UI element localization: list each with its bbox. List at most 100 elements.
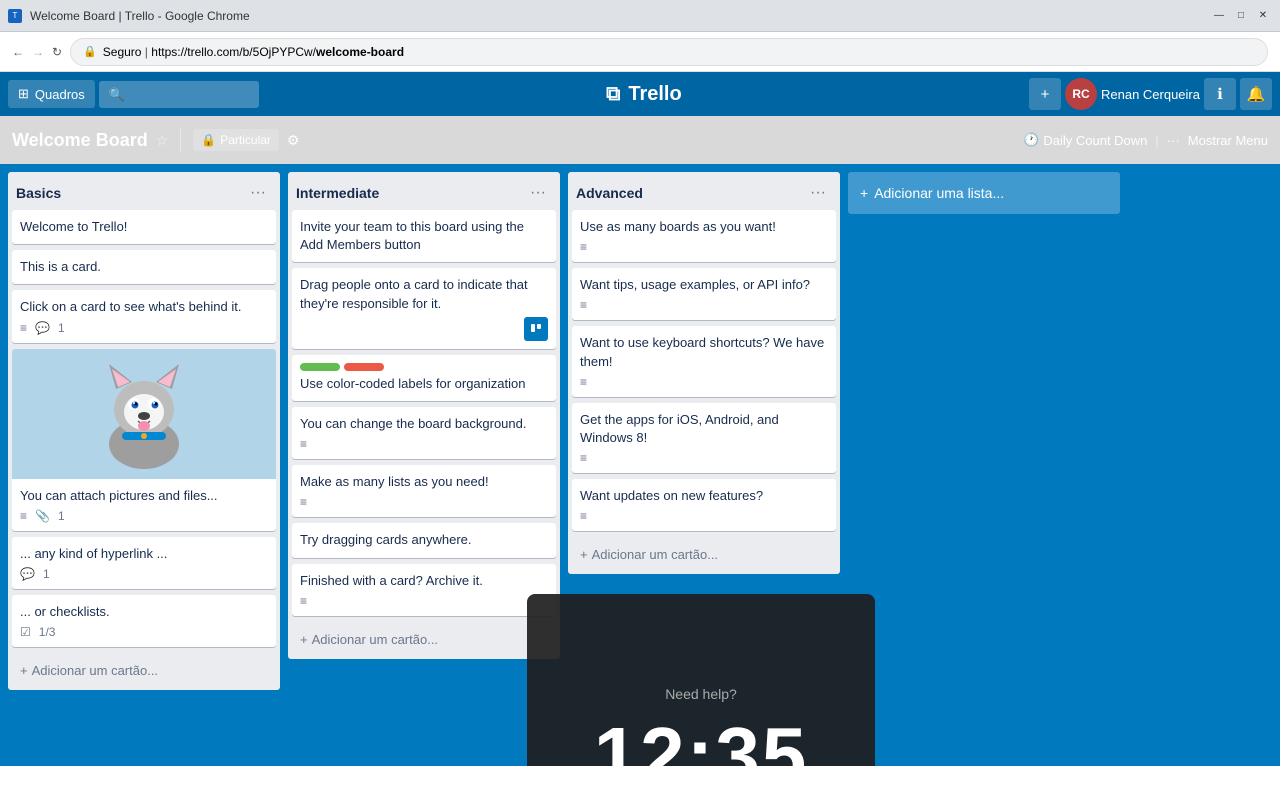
card-basics-3[interactable]: Click on a card to see what's behind it.… (12, 290, 276, 342)
list-intermediate: Intermediate ··· Invite your team to thi… (288, 172, 560, 659)
card-labels (300, 363, 548, 371)
add-card-intermediate[interactable]: + Adicionar um cartão... (292, 624, 556, 655)
window-controls: — □ ✕ (1210, 7, 1272, 25)
tab-title: Welcome Board | Trello - Google Chrome (30, 9, 250, 23)
description-icon-i7: ≡ (300, 594, 307, 608)
attachment-icon: 📎 (35, 509, 50, 523)
add-button[interactable]: + (1029, 78, 1061, 110)
list-cards-advanced: Use as many boards as you want! ≡ Want t… (568, 210, 840, 537)
list-menu-intermediate[interactable]: ··· (524, 182, 552, 204)
add-list-icon: + (860, 185, 868, 201)
clock-icon: 🕐 (1023, 132, 1039, 148)
list-advanced: Advanced ··· Use as many boards as you w… (568, 172, 840, 574)
address-input[interactable]: 🔒 Seguro | https://trello.com/b/5OjPYPCw… (70, 38, 1268, 66)
card-basics-4[interactable]: You can attach pictures and files... ≡ 📎… (12, 349, 276, 531)
label-red (344, 363, 384, 371)
card-basics-6[interactable]: ... or checklists. ☑ 1/3 (12, 595, 276, 647)
add-list-button[interactable]: + Adicionar uma lista... (848, 172, 1120, 214)
add-icon-intermediate: + (300, 632, 308, 647)
user-avatar[interactable]: RC (1065, 78, 1097, 110)
board-visibility[interactable]: 🔒 Particular (193, 129, 279, 151)
desc-icon-a5: ≡ (580, 509, 587, 523)
more-menu-button[interactable]: ··· (1167, 133, 1180, 148)
card-intermediate-7[interactable]: Finished with a card? Archive it. ≡ (292, 564, 556, 616)
trello-logo: ⧉ Trello (263, 83, 1025, 106)
header-right-divider: | (1155, 133, 1158, 148)
description-icon-i5: ≡ (300, 495, 307, 509)
card-intermediate-6[interactable]: Try dragging cards anywhere. (292, 523, 556, 557)
card-advanced-5[interactable]: Want updates on new features? ≡ (572, 479, 836, 531)
checklist-icon: ☑ (20, 625, 31, 639)
list-header-basics: Basics ··· (8, 172, 280, 210)
card-advanced-1[interactable]: Use as many boards as you want! ≡ (572, 210, 836, 262)
description-icon-4: ≡ (20, 509, 27, 523)
list-header-advanced: Advanced ··· (568, 172, 840, 210)
nav-refresh[interactable]: ↻ (52, 45, 62, 59)
countdown-time: 12:35 (594, 710, 809, 766)
add-card-advanced[interactable]: + Adicionar um cartão... (572, 539, 836, 570)
list-menu-advanced[interactable]: ··· (804, 182, 832, 204)
bell-icon: 🔔 (1247, 85, 1266, 103)
trello-logo-icon: ⧉ (606, 83, 620, 106)
add-card-basics[interactable]: + Adicionar um cartão... (12, 655, 276, 686)
description-icon: ≡ (20, 321, 27, 335)
board-header-right: 🕐 Daily Count Down | ··· Mostrar Menu (1023, 132, 1268, 148)
comment-icon: 💬 (35, 321, 50, 335)
countdown-label: Need help? (665, 686, 737, 702)
board-content: Basics ··· Welcome to Trello! This is a … (0, 164, 1280, 766)
list-header-intermediate: Intermediate ··· (288, 172, 560, 210)
close-btn[interactable]: ✕ (1254, 7, 1272, 25)
card-meta-6: ☑ 1/3 (20, 625, 268, 639)
board-header: Welcome Board ☆ 🔒 Particular ⚙ 🕐 Daily C… (0, 116, 1280, 164)
list-cards-basics: Welcome to Trello! This is a card. Click… (8, 210, 280, 653)
card-intermediate-2[interactable]: Drag people onto a card to indicate that… (292, 268, 556, 348)
nav-forward[interactable]: → (32, 45, 44, 59)
list-menu-basics[interactable]: ··· (244, 182, 272, 204)
info-icon: ℹ (1217, 85, 1223, 103)
desc-icon-a4: ≡ (580, 451, 587, 465)
card-meta-3: ≡ 💬 1 (20, 321, 268, 335)
list-title-intermediate: Intermediate (296, 185, 379, 201)
card-meta-i4: ≡ (300, 437, 548, 451)
add-icon: + (20, 663, 28, 678)
description-icon-i4: ≡ (300, 437, 307, 451)
desc-icon-a1: ≡ (580, 240, 587, 254)
card-meta-5: 💬 1 (20, 567, 268, 581)
minimize-btn[interactable]: — (1210, 7, 1228, 25)
boards-button[interactable]: ⊞ Quadros (8, 80, 95, 108)
nav-back[interactable]: ← (12, 45, 24, 59)
browser-titlebar: T Welcome Board | Trello - Google Chrome… (0, 0, 1280, 32)
info-button[interactable]: ℹ (1204, 78, 1236, 110)
user-name[interactable]: Renan Cerqueira (1101, 87, 1200, 102)
search-input[interactable] (99, 81, 259, 108)
daily-countdown-link[interactable]: 🕐 Daily Count Down (1023, 132, 1147, 148)
card-meta-4: ≡ 📎 1 (20, 509, 268, 523)
desc-icon-a3: ≡ (580, 375, 587, 389)
tab-favicon: T (8, 9, 22, 23)
comment-icon-5: 💬 (20, 567, 35, 581)
card-basics-1[interactable]: Welcome to Trello! (12, 210, 276, 244)
notifications-button[interactable]: 🔔 (1240, 78, 1272, 110)
grid-icon: ⊞ (18, 86, 29, 102)
lock-small-icon: 🔒 (201, 133, 216, 147)
show-menu-button[interactable]: Mostrar Menu (1188, 133, 1268, 148)
card-intermediate-3[interactable]: Use color-coded labels for organization (292, 355, 556, 401)
card-basics-5[interactable]: ... any kind of hyperlink ... 💬 1 (12, 537, 276, 589)
card-intermediate-1[interactable]: Invite your team to this board using the… (292, 210, 556, 262)
board-star-icon[interactable]: ☆ (156, 132, 169, 149)
list-title-basics: Basics (16, 185, 61, 201)
trello-card-icon (524, 317, 548, 341)
card-advanced-3[interactable]: Want to use keyboard shortcuts? We have … (572, 326, 836, 396)
maximize-btn[interactable]: □ (1232, 7, 1250, 25)
card-intermediate-4[interactable]: You can change the board background. ≡ (292, 407, 556, 459)
card-basics-2[interactable]: This is a card. (12, 250, 276, 284)
filter-icon[interactable]: ⚙ (287, 132, 300, 149)
card-advanced-4[interactable]: Get the apps for iOS, Android, and Windo… (572, 403, 836, 473)
card-meta-i7: ≡ (300, 594, 548, 608)
card-meta-i5: ≡ (300, 495, 548, 509)
board-title[interactable]: Welcome Board (12, 130, 148, 151)
lock-icon: 🔒 (83, 45, 97, 58)
card-advanced-2[interactable]: Want tips, usage examples, or API info? … (572, 268, 836, 320)
label-green (300, 363, 340, 371)
card-intermediate-5[interactable]: Make as many lists as you need! ≡ (292, 465, 556, 517)
